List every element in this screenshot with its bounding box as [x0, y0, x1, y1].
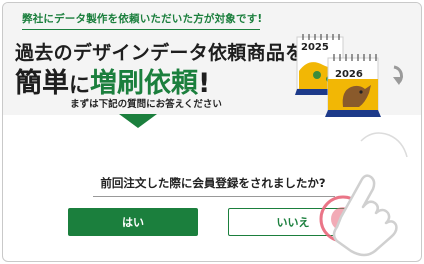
question-underline — [93, 196, 335, 197]
heading-word-simple: 簡単 — [15, 68, 69, 99]
calendar-2026-image — [325, 54, 381, 117]
tap-hand-icon — [319, 130, 410, 257]
banner-down-pointer — [119, 114, 157, 128]
calendar-2026-year: 2026 — [335, 69, 363, 80]
heading-particle: に — [69, 73, 90, 97]
yes-button[interactable]: はい — [68, 208, 198, 236]
promo-banner: 弊社にデータ製作を依頼いただいた方が対象です! 過去のデザインデータ依頼商品を … — [3, 3, 421, 117]
subheading-underline — [22, 29, 260, 30]
banner-heading-line2: 簡単に増刷依頼! — [15, 61, 210, 100]
banner-caption: まずは下記の質問にお答えください — [70, 99, 222, 110]
heading-exclamation: ! — [198, 68, 211, 99]
heading-highlight-reprint: 増刷依頼 — [90, 68, 198, 99]
banner-subheading: 弊社にデータ製作を依頼いただいた方が対象です! — [22, 13, 263, 25]
yes-button-label: はい — [122, 216, 144, 229]
refresh-arrow-icon — [393, 65, 403, 85]
survey-card: 弊社にデータ製作を依頼いただいた方が対象です! 過去のデザインデータ依頼商品を … — [2, 2, 422, 262]
